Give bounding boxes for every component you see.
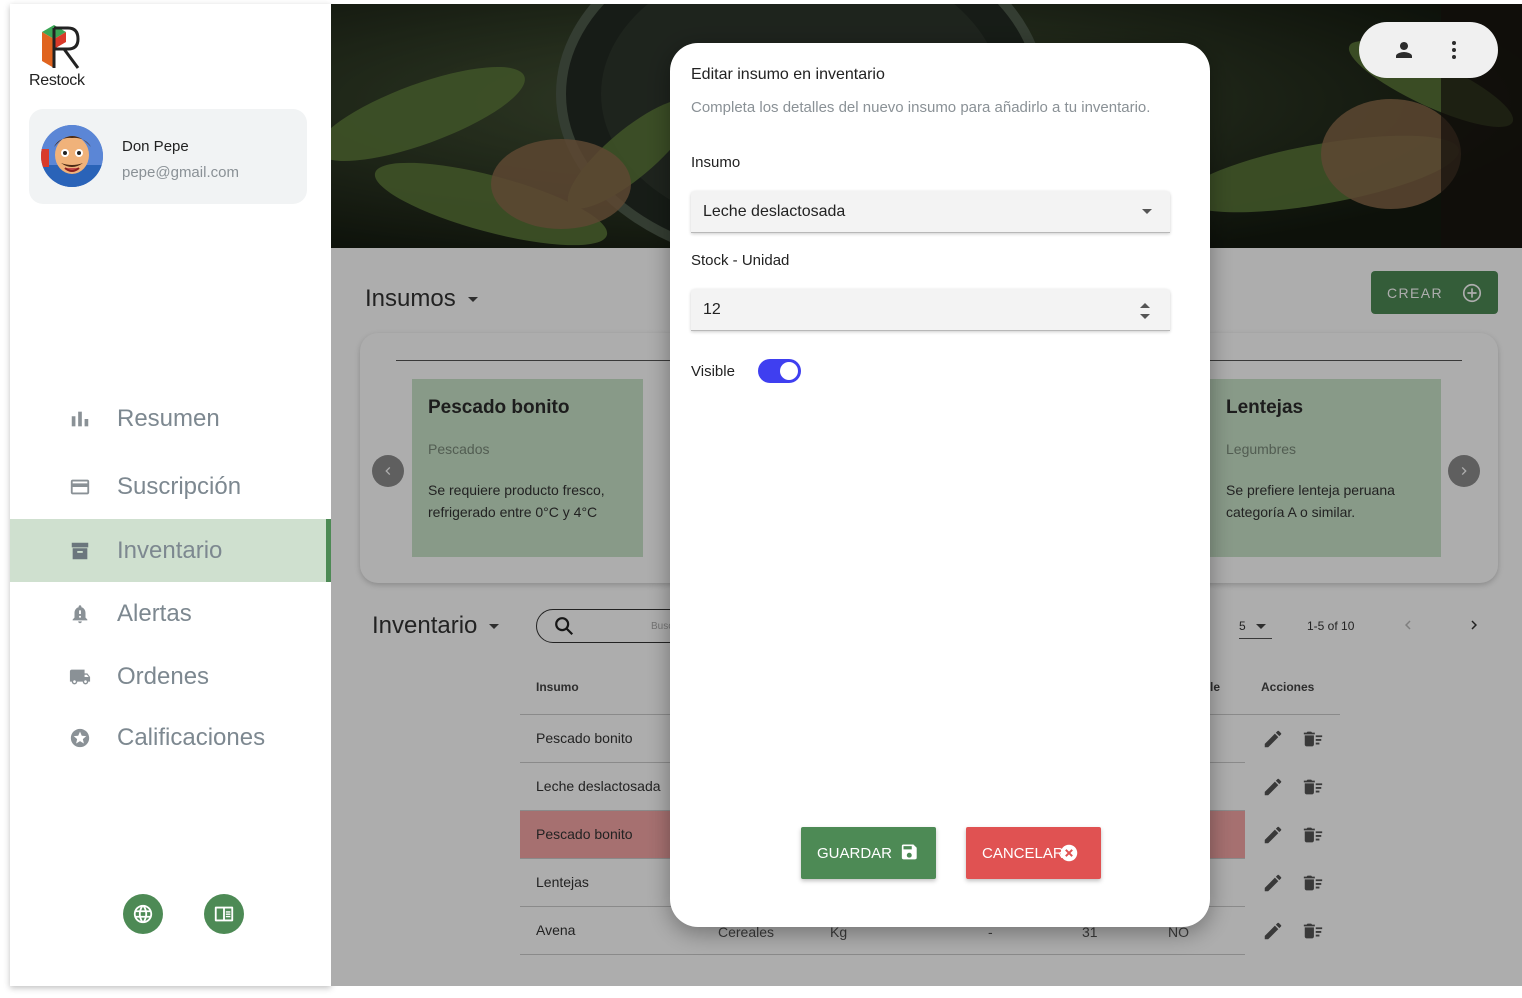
bell-icon	[68, 602, 92, 626]
sidebar: Restock Don Pepe pepe@gmail.com Resumen …	[10, 4, 331, 986]
bar-chart-icon	[68, 407, 92, 431]
visible-field-label: Visible	[691, 363, 735, 380]
cancel-button[interactable]: CANCELAR	[966, 827, 1101, 879]
avatar	[41, 125, 103, 187]
nav-label: Alertas	[117, 599, 192, 627]
brand-name: Restock	[29, 72, 85, 89]
archive-icon	[68, 539, 92, 563]
save-button[interactable]: GUARDAR	[801, 827, 936, 879]
dropdown-arrow-icon	[1142, 209, 1152, 214]
more-vert-icon[interactable]	[1442, 38, 1466, 62]
nav-label: Inventario	[117, 536, 223, 564]
nav-label: Calificaciones	[117, 723, 266, 751]
top-user-menu[interactable]	[1359, 22, 1498, 78]
insumo-select-value: Leche deslactosada	[703, 203, 846, 220]
restock-logo: Restock	[28, 20, 98, 94]
nav-label: Resumen	[117, 404, 220, 432]
insumo-select[interactable]: Leche deslactosada	[691, 191, 1170, 233]
save-icon	[901, 844, 917, 860]
profile-card[interactable]: Don Pepe pepe@gmail.com	[29, 109, 307, 204]
truck-icon	[68, 665, 92, 689]
person-icon[interactable]	[1392, 38, 1416, 62]
spinner-icon[interactable]	[1140, 303, 1150, 319]
nav-item-alertas[interactable]: Alertas	[10, 582, 331, 645]
stock-value: 12	[703, 301, 721, 318]
nav-item-resumen[interactable]: Resumen	[10, 387, 331, 450]
insumo-field-label: Insumo	[691, 154, 741, 171]
credit-card-icon	[68, 475, 92, 499]
nav-item-calificaciones[interactable]: Calificaciones	[10, 706, 331, 769]
profile-email: pepe@gmail.com	[122, 164, 239, 181]
nav-item-suscripcion[interactable]: Suscripción	[10, 455, 331, 518]
stock-number-input[interactable]: 12	[691, 289, 1170, 331]
cancel-label: CANCELAR	[982, 844, 1064, 862]
edit-insumo-dialog: Editar insumo en inventario Completa los…	[670, 43, 1210, 927]
profile-name: Don Pepe	[122, 138, 189, 155]
dialog-title: Editar insumo en inventario	[691, 66, 885, 83]
app-root: Restock Don Pepe pepe@gmail.com Resumen …	[0, 0, 1522, 998]
stock-field-label: Stock - Unidad	[691, 252, 790, 269]
dialog-description: Completa los detalles del nuevo insumo p…	[691, 99, 1151, 116]
book-icon	[214, 906, 234, 922]
toggle-knob	[780, 362, 798, 380]
visible-toggle[interactable]	[758, 359, 801, 383]
globe-icon	[133, 904, 153, 924]
guide-button[interactable]	[204, 894, 244, 934]
nav-item-ordenes[interactable]: Ordenes	[10, 645, 331, 708]
nav-label: Ordenes	[117, 662, 210, 690]
nav-label: Suscripción	[117, 472, 242, 500]
nav-item-inventario[interactable]: Inventario	[10, 519, 331, 582]
cancel-icon	[1060, 844, 1077, 862]
star-icon	[68, 726, 92, 750]
language-button[interactable]	[123, 894, 163, 934]
save-label: GUARDAR	[817, 844, 893, 862]
